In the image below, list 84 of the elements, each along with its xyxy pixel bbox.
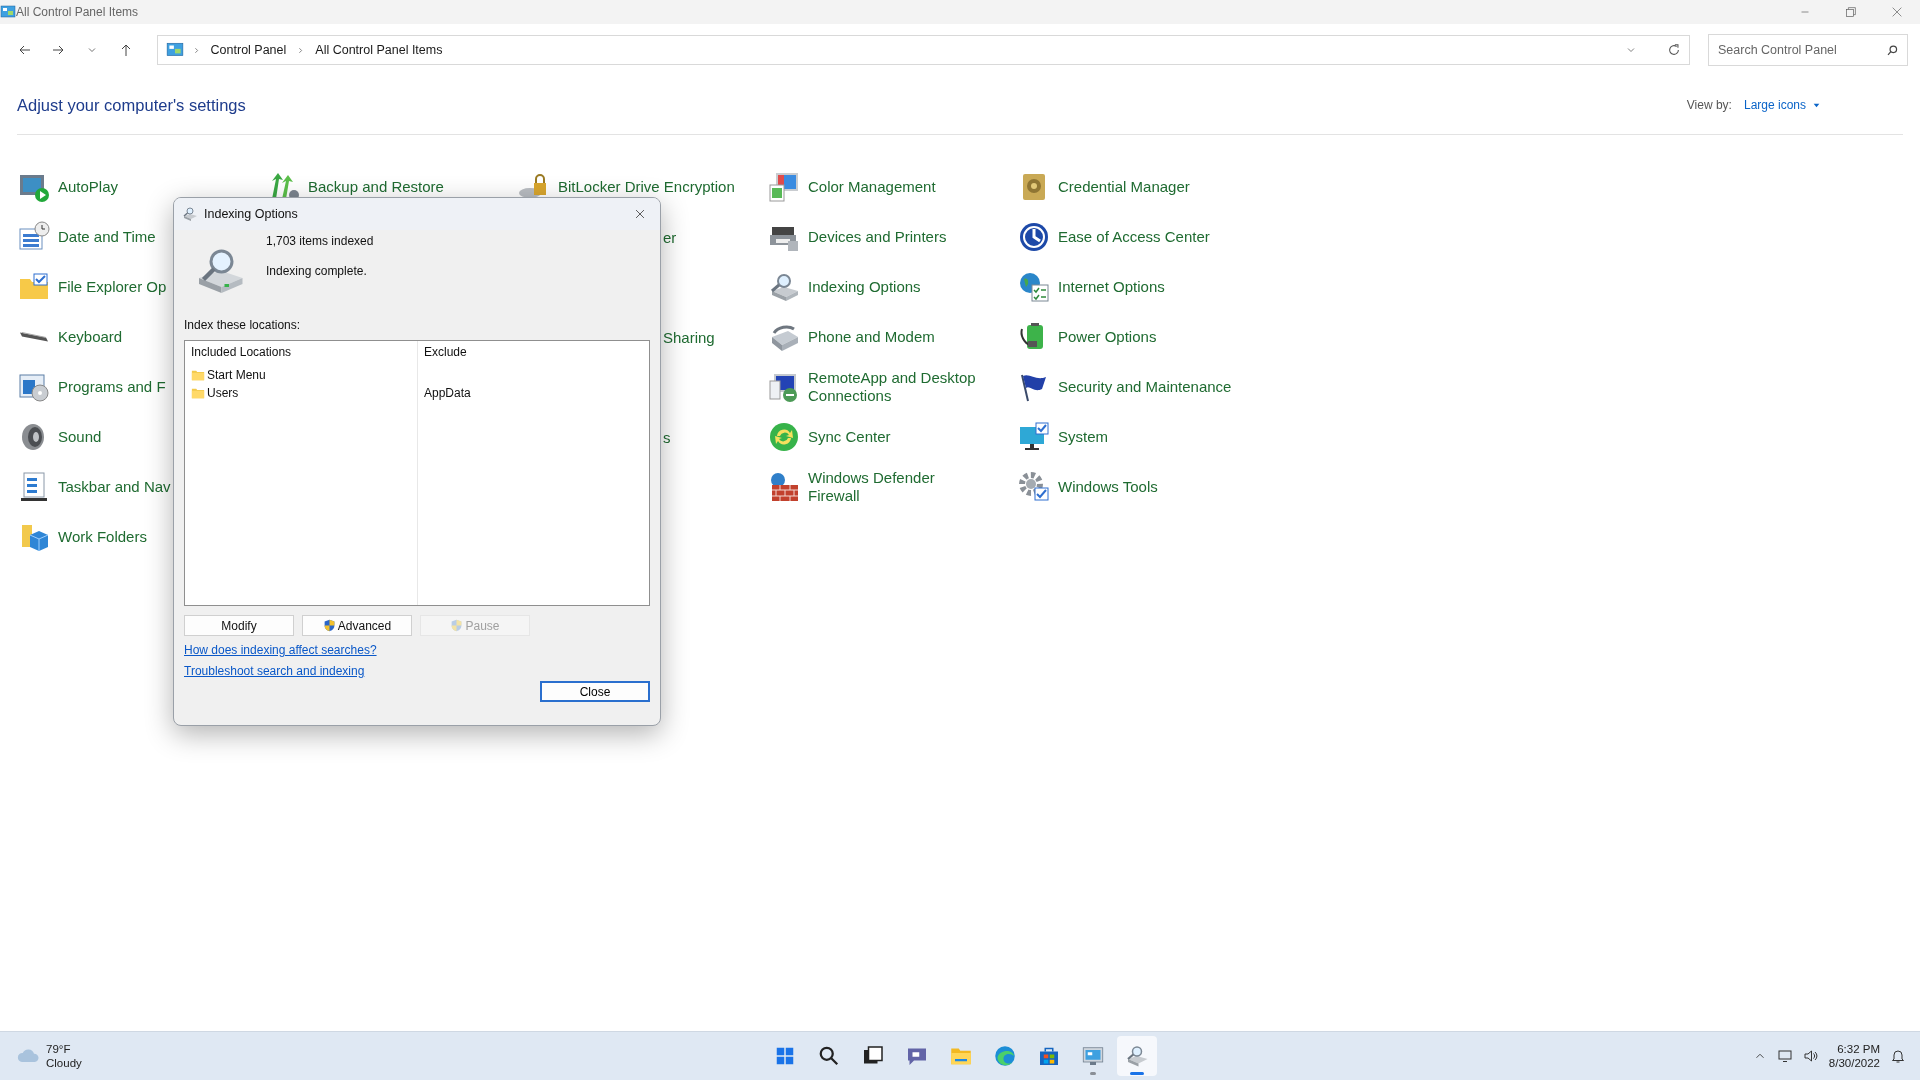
search-field[interactable]: Search Control Panel	[1708, 34, 1908, 66]
list-icon	[18, 471, 50, 503]
speaker-icon	[1802, 1048, 1819, 1064]
help-link[interactable]: Troubleshoot search and indexing	[184, 664, 365, 678]
globe-icon	[1018, 271, 1050, 303]
dialog-button[interactable]: Advanced	[302, 615, 412, 636]
brick-wall-icon	[768, 471, 800, 503]
control-panel-link[interactable]: Indexing Options	[768, 271, 921, 303]
monitor-icon	[768, 371, 800, 403]
excluded-folder: AppData	[424, 386, 471, 400]
magnifier-icon	[196, 248, 244, 296]
monitor-icon	[1081, 1044, 1105, 1068]
control-panel-link[interactable]: File Explorer Op	[18, 271, 167, 303]
search-icon	[817, 1044, 841, 1068]
control-panel-link[interactable]: BitLocker Drive Encryption	[518, 171, 735, 203]
control-panel-link[interactable]: Date and Time	[18, 221, 156, 253]
running-indicator	[1130, 1072, 1144, 1075]
control-panel-link[interactable]: Sound	[18, 421, 102, 453]
control-panel-link[interactable]: Windows Tools	[1018, 471, 1158, 503]
control-panel-link[interactable]: Keyboard	[18, 328, 123, 346]
control-panel-link[interactable]: RemoteApp and Desktop Connections	[768, 369, 988, 405]
location-name[interactable]: Start Menu	[207, 368, 266, 382]
locations-label: Index these locations:	[184, 318, 302, 332]
location-name[interactable]: Users	[207, 386, 239, 400]
control-panel-link[interactable]: Internet Options	[1018, 271, 1165, 303]
control-panel-link[interactable]: Taskbar and Nav	[18, 471, 171, 503]
sync-icon	[768, 421, 800, 453]
view-mode-dropdown[interactable]: Large icons	[1743, 98, 1821, 112]
folder-icon	[191, 386, 205, 400]
control-panel-link[interactable]: Security and Maintenance	[1018, 371, 1232, 403]
temperature: 79°F	[46, 1041, 72, 1056]
running-indicator	[1090, 1072, 1096, 1075]
window-disc-icon	[18, 371, 50, 403]
dial-icon	[1018, 221, 1050, 253]
dialog-button[interactable]: Modify	[184, 615, 294, 636]
shield-icon	[450, 619, 464, 632]
control-panel-link[interactable]: AutoPlay	[18, 171, 119, 203]
column-header[interactable]: Exclude	[424, 345, 643, 361]
control-panel-link[interactable]: Devices and Printers	[768, 221, 947, 253]
close-icon	[1890, 5, 1904, 19]
refresh-icon	[1667, 43, 1681, 57]
keyboard-icon	[18, 332, 50, 342]
view-by-label: View by:	[1686, 98, 1732, 112]
control-panel-link[interactable]: Work Folders	[18, 521, 147, 553]
folder-icon	[191, 368, 205, 382]
control-panel-link[interactable]: Ease of Access Center	[1018, 221, 1210, 253]
search-icon	[1886, 44, 1899, 57]
calendar-icon	[18, 221, 50, 253]
monitor-icon	[1776, 1048, 1793, 1064]
control-panel-icon	[165, 41, 184, 59]
monitor-icon	[1018, 421, 1050, 453]
clock-date: 8/30/2022	[1828, 1056, 1880, 1071]
control-panel-link[interactable]: Credential Manager	[1018, 171, 1190, 203]
address-bar[interactable]: Control Panel All Control Panel Items	[156, 35, 1690, 65]
items-indexed-count: 1,703 items indexed	[266, 234, 374, 248]
page-heading: Adjust your computer's settings	[17, 95, 246, 115]
breadcrumb[interactable]: Control Panel	[208, 43, 289, 57]
control-panel-link[interactable]: Power Options	[1018, 321, 1157, 353]
control-panel-link[interactable]: System	[1018, 421, 1108, 453]
magnifier-icon	[768, 271, 800, 303]
close-button[interactable]: Close	[540, 681, 650, 702]
restore-icon	[1844, 5, 1858, 19]
breadcrumb[interactable]: All Control Panel Items	[313, 43, 445, 57]
window-title: All Control Panel Items	[16, 5, 139, 19]
indexing-status: Indexing complete.	[266, 264, 368, 278]
browser-icon	[993, 1044, 1017, 1068]
control-panel-link[interactable]: Color Management	[768, 171, 936, 203]
clock-time: 6:32 PM	[1837, 1041, 1880, 1056]
bell-icon	[1890, 1048, 1906, 1064]
magnifier-icon	[182, 206, 198, 222]
control-panel-link[interactable]: Sync Center	[768, 421, 891, 453]
close-icon	[633, 207, 647, 221]
column-header[interactable]: Included Locations	[191, 345, 411, 361]
monitor-icon	[768, 171, 800, 203]
chevron-right-icon	[296, 45, 306, 55]
control-panel-link[interactable]: Windows Defender Firewall	[768, 469, 988, 505]
shield-icon	[322, 619, 336, 632]
weather-condition: Cloudy	[46, 1056, 82, 1071]
help-link[interactable]: How does indexing affect searches?	[184, 643, 377, 657]
dialog-title: Indexing Options	[204, 207, 298, 221]
gear-icon	[1018, 471, 1050, 503]
magnifier-icon	[1125, 1044, 1149, 1068]
control-panel-link[interactable]: Phone and Modem	[768, 321, 935, 353]
control-panel-link[interactable]: Programs and F	[18, 371, 166, 403]
